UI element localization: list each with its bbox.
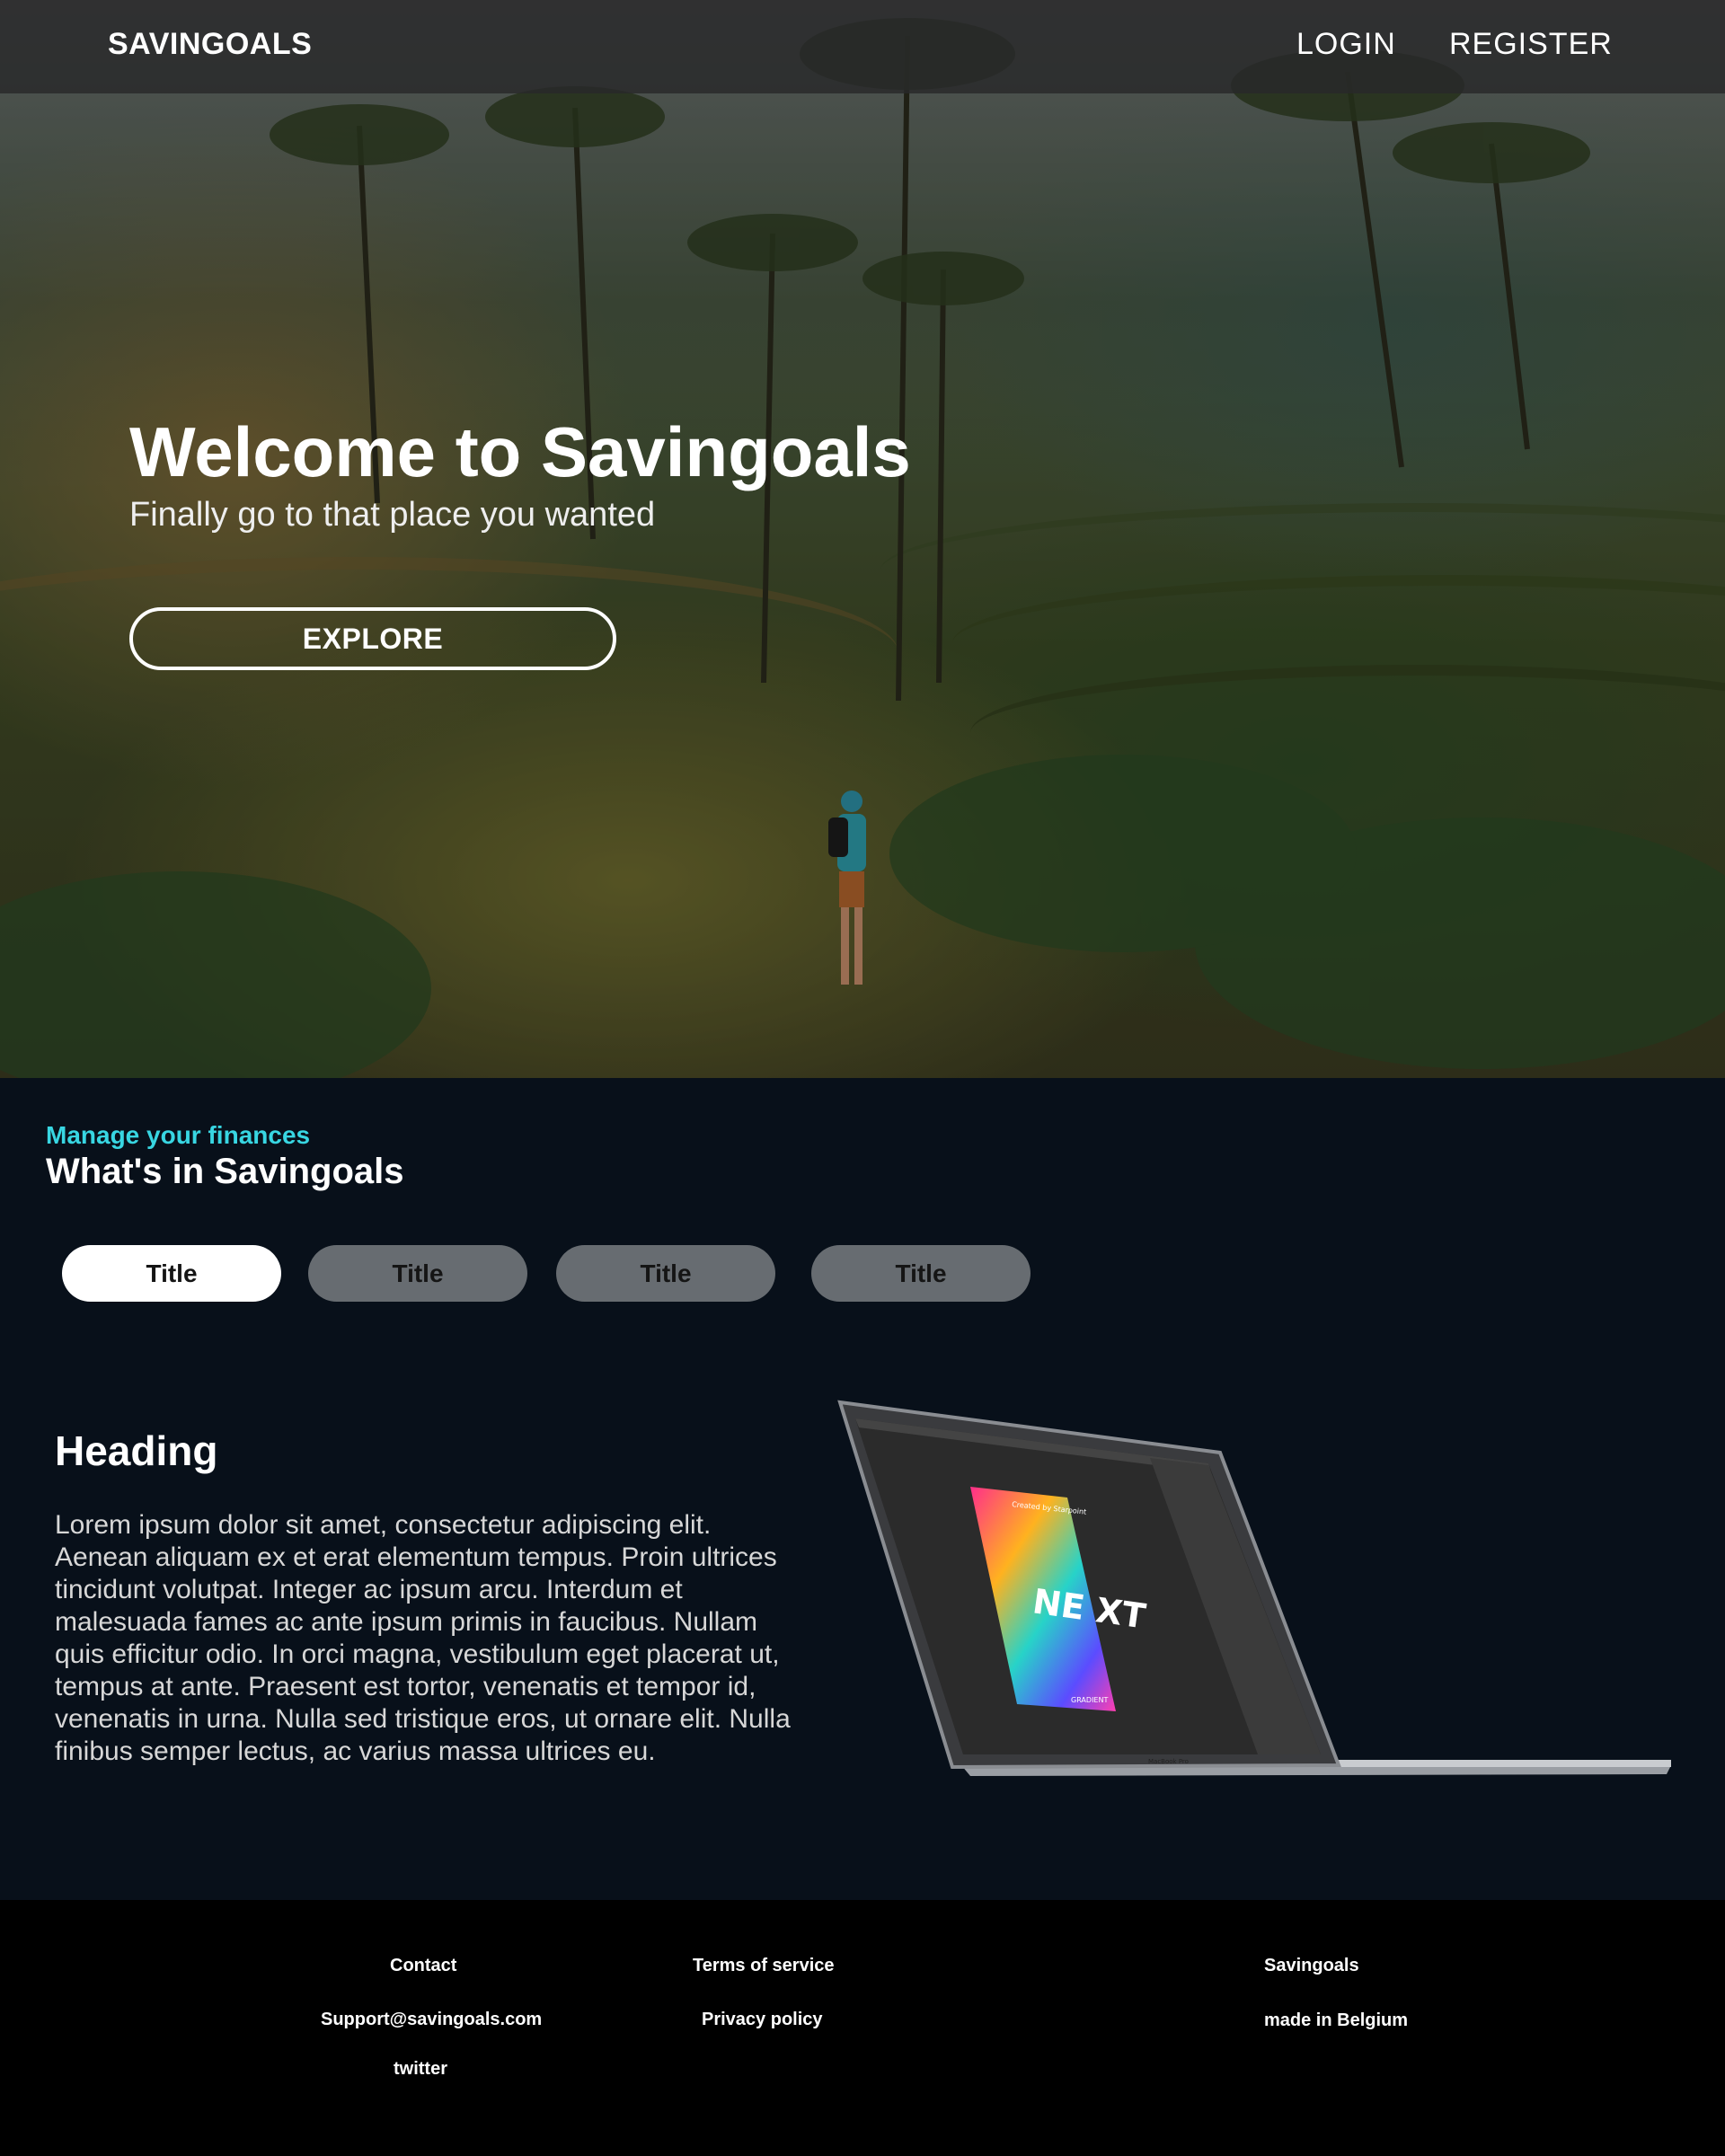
footer-terms-link[interactable]: Terms of service [693,1956,835,1976]
footer-privacy-link[interactable]: Privacy policy [702,2010,823,2030]
content-body: Lorem ipsum dolor sit amet, consectetur … [55,1510,791,1766]
explore-button[interactable]: EXPLORE [129,607,616,670]
hero-title: Welcome to Savingoals [129,412,911,491]
login-link[interactable]: LOGIN [1296,27,1396,62]
section-eyebrow: Manage your finances [46,1121,311,1149]
tab-4[interactable]: Title [811,1245,1031,1302]
site-footer: Contact Support@savingoals.com twitter T… [0,1900,1725,2156]
register-link[interactable]: REGISTER [1449,27,1613,62]
footer-brand: Savingoals [1264,1956,1359,1975]
tab-3[interactable]: Title [556,1245,775,1302]
laptop-image: NE XT Created by Starpoint GRADIENT MacB… [837,1400,1671,1776]
footer-twitter-link[interactable]: twitter [394,2059,447,2080]
footer-email-link[interactable]: Support@savingoals.com [321,2010,542,2030]
tab-2[interactable]: Title [308,1245,527,1302]
hero-overlay [0,0,1725,1078]
hero-subtitle: Finally go to that place you wanted [129,496,656,534]
tab-1[interactable]: Title [62,1245,281,1302]
footer-made-in: made in Belgium [1264,2010,1409,2030]
hero-section: SAVINGOALS LOGIN REGISTER Welcome to Sav… [0,0,1725,1078]
content-heading: Heading [55,1427,218,1474]
top-navbar: SAVINGOALS LOGIN REGISTER [0,0,1725,93]
section-title: What's in Savingoals [46,1152,404,1191]
footer-contact-link[interactable]: Contact [390,1956,456,1976]
brand-logo[interactable]: SAVINGOALS [108,27,312,62]
poster-footer: GRADIENT [1071,1696,1108,1704]
laptop-model-label: MacBook Pro [1148,1758,1189,1765]
